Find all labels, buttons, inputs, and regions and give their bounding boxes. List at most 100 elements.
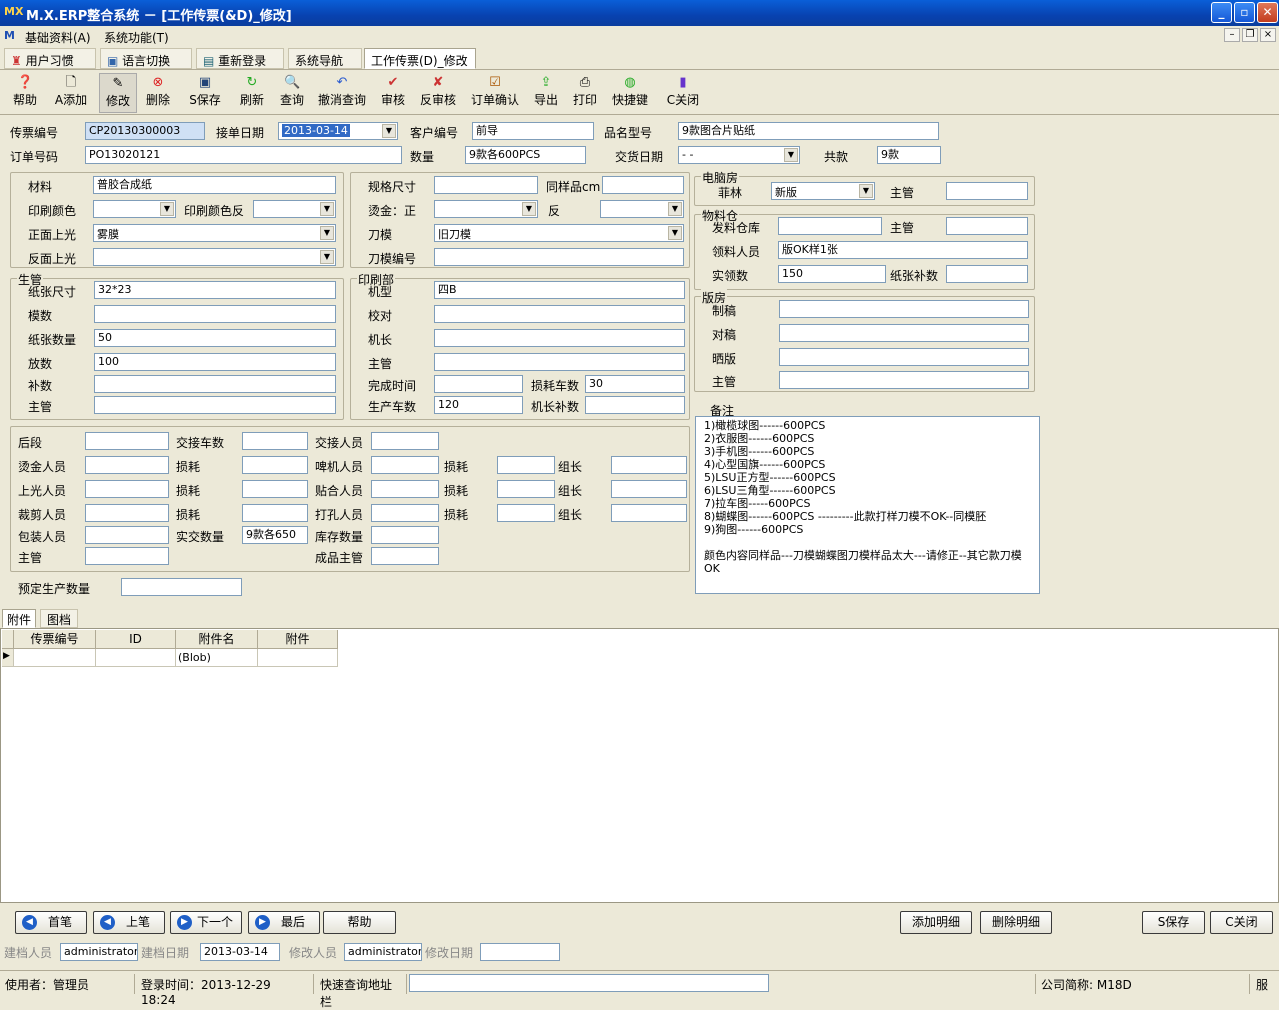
- paper-size-field[interactable]: 32*23: [94, 281, 336, 299]
- chevron-down-icon[interactable]: ▼: [160, 202, 174, 216]
- chevron-down-icon[interactable]: ▼: [320, 202, 334, 216]
- menu-basic-data[interactable]: 基础资料(A): [25, 29, 91, 46]
- save-bottom-button[interactable]: S保存: [1142, 911, 1205, 934]
- shortcut-button[interactable]: ◍ 快捷键: [608, 73, 652, 113]
- quick-query-input[interactable]: [409, 974, 769, 992]
- export-button[interactable]: ⇪ 导出: [530, 73, 562, 113]
- computer-supervisor-field[interactable]: [946, 182, 1028, 200]
- query-button[interactable]: 🔍 查询: [274, 73, 310, 113]
- ticket-no-field[interactable]: CP20130300003: [85, 122, 205, 140]
- close-bottom-button[interactable]: C关闭: [1210, 911, 1273, 934]
- help-bottom-button[interactable]: 帮助: [323, 911, 396, 934]
- post-field[interactable]: [85, 432, 169, 450]
- actual-delivered-field[interactable]: 9款各650: [242, 526, 308, 544]
- chevron-down-icon[interactable]: ▼: [668, 202, 682, 216]
- delete-button[interactable]: ⊗ 删除: [140, 73, 176, 113]
- print-button[interactable]: ⎙ 打印: [568, 73, 602, 113]
- foil-back-select[interactable]: ▼: [600, 200, 684, 218]
- mdi-close-button[interactable]: ×: [1260, 28, 1276, 42]
- die-select[interactable]: 旧刀模 ▼: [434, 224, 684, 242]
- minimize-button[interactable]: _: [1211, 2, 1232, 23]
- save-button[interactable]: ▣ S保存: [184, 73, 226, 113]
- chevron-down-icon[interactable]: ▼: [522, 202, 536, 216]
- cutting-loss-field[interactable]: [242, 504, 308, 522]
- sample-field[interactable]: [602, 176, 684, 194]
- foil-staff-field[interactable]: [85, 456, 169, 474]
- plate-supervisor-field[interactable]: [779, 371, 1029, 389]
- material-field[interactable]: 普胶合成纸: [93, 176, 336, 194]
- grid-header[interactable]: 附件名: [176, 630, 258, 649]
- supplement-field[interactable]: [94, 375, 336, 393]
- plate-exposure-field[interactable]: [779, 348, 1029, 366]
- loss-field[interactable]: 30: [585, 375, 685, 393]
- handover-person-field[interactable]: [371, 432, 439, 450]
- tab-work-ticket[interactable]: 工作传票(D)_修改: [364, 48, 476, 69]
- order-date-picker[interactable]: 2013-03-14 ▼: [278, 122, 398, 140]
- cancel-query-button[interactable]: ↶ 撤消查询: [314, 73, 370, 113]
- product-field[interactable]: 9款图合片贴纸: [678, 122, 939, 140]
- die-cut-staff-field[interactable]: [371, 456, 439, 474]
- foil-loss-field[interactable]: [242, 456, 308, 474]
- packing-staff-field[interactable]: [85, 526, 169, 544]
- chevron-down-icon[interactable]: ▼: [320, 226, 334, 240]
- laminate-loss-field[interactable]: [497, 480, 555, 498]
- stock-qty-field[interactable]: [371, 526, 439, 544]
- gloss-loss-field[interactable]: [242, 480, 308, 498]
- proof-field[interactable]: [434, 305, 685, 323]
- last-record-button[interactable]: ▶ 最后: [248, 911, 320, 934]
- handover-count-field[interactable]: [242, 432, 308, 450]
- grid-cell[interactable]: [258, 649, 338, 667]
- allowance-field[interactable]: 100: [94, 353, 336, 371]
- actual-field[interactable]: 150: [778, 265, 886, 283]
- finish-time-field[interactable]: [434, 375, 523, 393]
- laminate-staff-field[interactable]: [371, 480, 439, 498]
- die-no-field[interactable]: [434, 248, 684, 266]
- leader1-field[interactable]: [611, 456, 687, 474]
- unapprove-button[interactable]: ✘ 反审核: [416, 73, 460, 113]
- grid-cell[interactable]: [14, 649, 96, 667]
- close-form-button[interactable]: ▮ C关闭: [660, 73, 706, 113]
- finished-supervisor-field[interactable]: [371, 547, 439, 565]
- gloss-staff-field[interactable]: [85, 480, 169, 498]
- notes-textarea[interactable]: 1)橄榄球图------600PCS 2)衣服图------600PCS 3)手…: [695, 416, 1040, 594]
- tab-attachments[interactable]: 附件: [2, 609, 37, 628]
- maximize-button[interactable]: ▫: [1234, 2, 1255, 23]
- cutting-staff-field[interactable]: [85, 504, 169, 522]
- size-field[interactable]: [434, 176, 538, 194]
- issue-field[interactable]: [778, 217, 882, 235]
- chevron-down-icon[interactable]: ▼: [784, 148, 798, 162]
- printing-supervisor-field[interactable]: [434, 353, 685, 371]
- grid-header[interactable]: ID: [96, 630, 176, 649]
- back-gloss-select[interactable]: ▼: [93, 248, 336, 266]
- order-confirm-button[interactable]: ☑ 订单确认: [466, 73, 524, 113]
- tab-relogin[interactable]: ▤ 重新登录: [196, 48, 284, 69]
- help-button[interactable]: ❓ 帮助: [6, 73, 44, 113]
- delivery-date-picker[interactable]: - - ▼: [678, 146, 800, 164]
- chevron-down-icon[interactable]: ▼: [859, 184, 873, 198]
- customer-field[interactable]: 前导: [472, 122, 594, 140]
- total-field[interactable]: 9款: [877, 146, 941, 164]
- warehouse-supervisor-field[interactable]: [946, 217, 1028, 235]
- die-cut-loss-field[interactable]: [497, 456, 555, 474]
- tab-user-habits[interactable]: ♜ 用户习惯: [4, 48, 96, 69]
- chevron-down-icon[interactable]: ▼: [382, 124, 396, 138]
- grid-cell[interactable]: (Blob): [176, 649, 258, 667]
- attachments-grid[interactable]: 传票编号 ID 附件名 附件 ▶ (Blob): [0, 628, 1279, 903]
- prod-count-field[interactable]: 120: [434, 396, 523, 414]
- punch-staff-field[interactable]: [371, 504, 439, 522]
- menu-system-functions[interactable]: 系统功能(T): [104, 29, 169, 46]
- prev-record-button[interactable]: ◀ 上笔: [93, 911, 165, 934]
- mdi-minimize-button[interactable]: –: [1224, 28, 1240, 42]
- leader3-field[interactable]: [611, 504, 687, 522]
- planned-qty-field[interactable]: [121, 578, 242, 596]
- chevron-down-icon[interactable]: ▼: [668, 226, 682, 240]
- mold-count-field[interactable]: [94, 305, 336, 323]
- leader2-field[interactable]: [611, 480, 687, 498]
- refresh-button[interactable]: ↻ 刷新: [234, 73, 270, 113]
- tab-system-nav[interactable]: 系统导航: [288, 48, 362, 69]
- mdi-restore-button[interactable]: ❐: [1242, 28, 1258, 42]
- tab-language[interactable]: ▣ 语言切换: [100, 48, 192, 69]
- first-record-button[interactable]: ◀ 首笔: [15, 911, 87, 934]
- grid-header[interactable]: 传票编号: [14, 630, 96, 649]
- chevron-down-icon[interactable]: ▼: [320, 250, 334, 264]
